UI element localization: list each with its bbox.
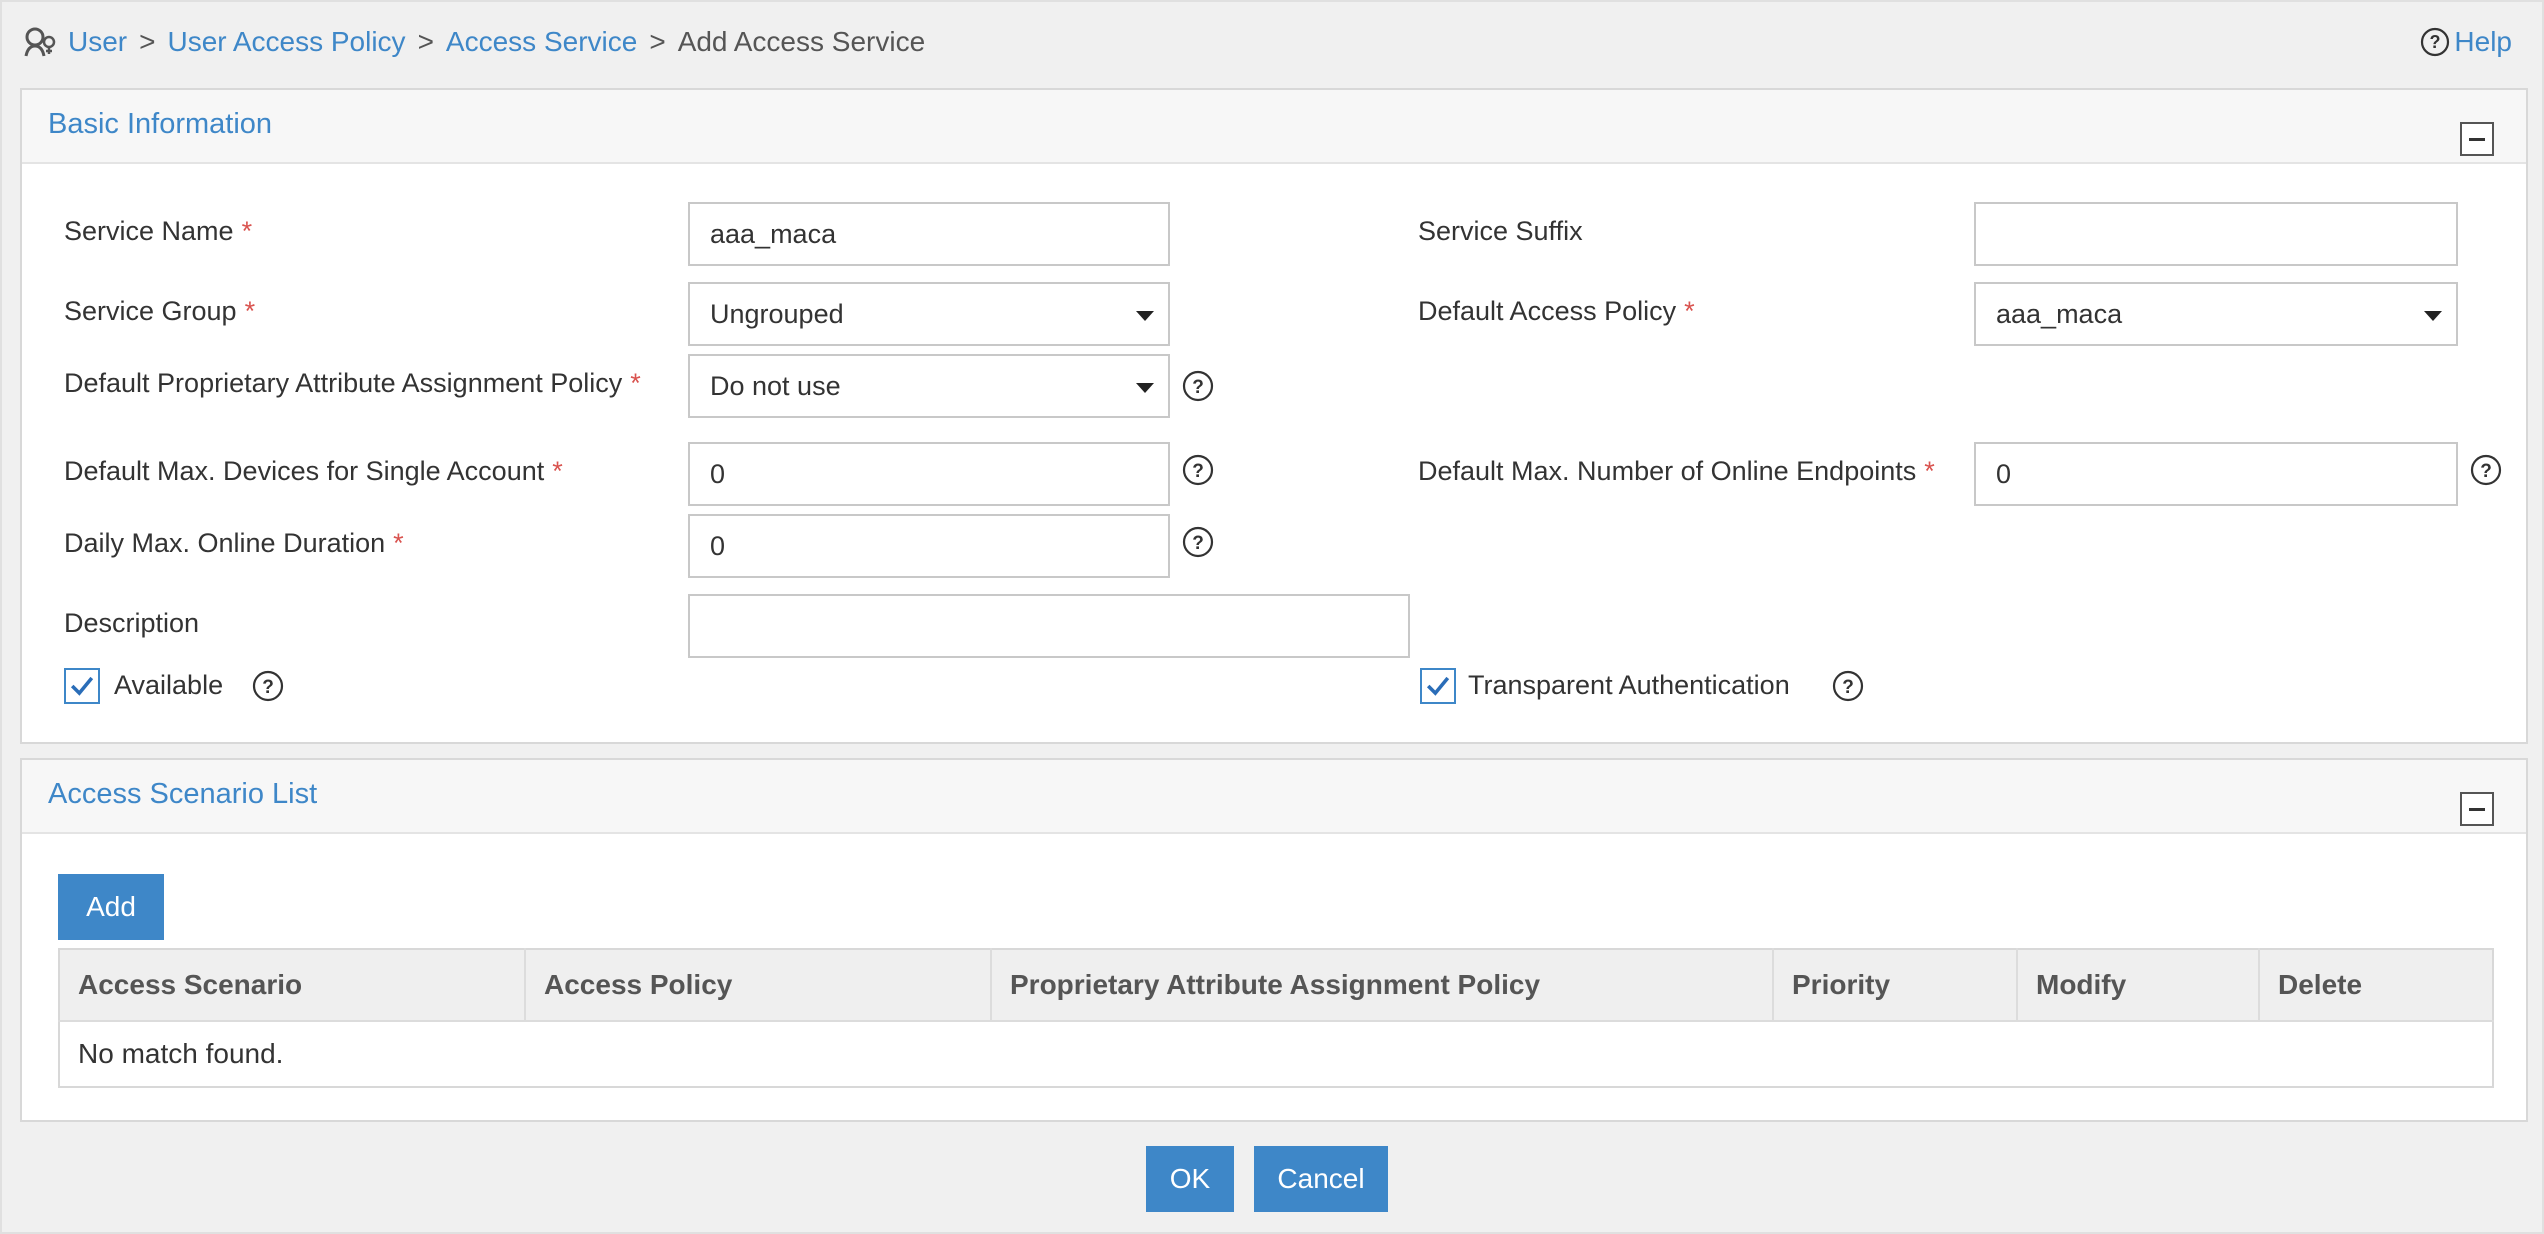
breadcrumb-user-access-policy-link[interactable]: User Access Policy bbox=[167, 26, 405, 58]
basic-information-title: Basic Information bbox=[48, 108, 273, 140]
svg-text:?: ? bbox=[1192, 461, 1204, 482]
service-name-label: Service Name * bbox=[64, 216, 252, 247]
column-header-delete: Delete bbox=[2259, 949, 2493, 1022]
required-mark: * bbox=[241, 216, 253, 246]
available-checkbox[interactable] bbox=[64, 668, 100, 704]
service-group-label-text: Service Group bbox=[64, 296, 237, 326]
max-devices-input[interactable]: 0 bbox=[688, 442, 1170, 506]
breadcrumb-separator: > bbox=[649, 26, 666, 57]
service-name-label-text: Service Name bbox=[64, 216, 234, 246]
svg-text:?: ? bbox=[2480, 461, 2492, 482]
breadcrumb-separator: > bbox=[139, 26, 156, 57]
access-scenario-header: Access Scenario List bbox=[22, 760, 2526, 834]
transparent-authentication-label: Transparent Authentication bbox=[1468, 670, 1790, 700]
empty-table-message: No match found. bbox=[78, 1038, 284, 1069]
svg-text:?: ? bbox=[1842, 677, 1854, 698]
question-circle-icon[interactable]: ? bbox=[1182, 526, 1214, 558]
max-devices-label-text: Default Max. Devices for Single Account bbox=[64, 456, 545, 486]
required-mark: * bbox=[552, 456, 563, 486]
required-mark: * bbox=[630, 368, 641, 398]
question-circle-icon[interactable]: ? bbox=[1182, 370, 1214, 402]
column-header-priority[interactable]: Priority bbox=[1773, 949, 2018, 1022]
checkmark-icon bbox=[1426, 676, 1450, 696]
service-suffix-input[interactable] bbox=[1974, 202, 2458, 266]
help-link[interactable]: ? Help bbox=[2420, 22, 2512, 62]
daily-max-duration-label: Daily Max. Online Duration * bbox=[64, 528, 404, 559]
default-proprietary-policy-label-text: Default Proprietary Attribute Assignment… bbox=[64, 368, 623, 398]
breadcrumb: User > User Access Policy > Access Servi… bbox=[22, 22, 925, 62]
question-circle-icon: ? bbox=[2421, 27, 2450, 57]
required-mark: * bbox=[244, 296, 256, 326]
basic-information-header: Basic Information bbox=[22, 90, 2526, 164]
daily-max-duration-label-text: Daily Max. Online Duration bbox=[64, 528, 386, 558]
add-scenario-button[interactable]: Add bbox=[58, 874, 164, 940]
svg-text:?: ? bbox=[1192, 533, 1204, 554]
max-online-endpoints-label-text: Default Max. Number of Online Endpoints bbox=[1418, 456, 1917, 486]
service-name-input[interactable]: aaa_maca bbox=[688, 202, 1170, 266]
user-policy-icon bbox=[24, 27, 56, 57]
required-mark: * bbox=[393, 528, 404, 558]
access-scenario-title: Access Scenario List bbox=[48, 778, 318, 810]
collapse-basic-information-button[interactable] bbox=[2460, 122, 2494, 156]
column-header-modify: Modify bbox=[2017, 949, 2260, 1022]
service-group-select[interactable]: Ungrouped bbox=[688, 282, 1170, 346]
max-devices-label: Default Max. Devices for Single Account * bbox=[64, 456, 563, 487]
required-mark: * bbox=[1684, 296, 1695, 326]
question-circle-icon[interactable]: ? bbox=[1832, 670, 1864, 702]
basic-information-panel: Basic Information Service Name * aaa_maca… bbox=[20, 88, 2528, 744]
breadcrumb-access-service-link[interactable]: Access Service bbox=[446, 26, 637, 58]
default-access-policy-label-text: Default Access Policy bbox=[1418, 296, 1677, 326]
default-proprietary-policy-select[interactable]: Do not use bbox=[688, 354, 1170, 418]
help-label: Help bbox=[2454, 26, 2512, 57]
transparent-authentication-checkbox[interactable] bbox=[1420, 668, 1456, 704]
column-header-access-policy[interactable]: Access Policy bbox=[525, 949, 992, 1022]
breadcrumb-separator: > bbox=[417, 26, 434, 57]
available-label: Available bbox=[114, 670, 224, 700]
daily-max-duration-input[interactable]: 0 bbox=[688, 514, 1170, 578]
column-header-proprietary-policy[interactable]: Proprietary Attribute Assignment Policy bbox=[991, 949, 1774, 1022]
table-row: No match found. bbox=[59, 1021, 2493, 1087]
collapse-access-scenario-button[interactable] bbox=[2460, 792, 2494, 826]
service-suffix-label: Service Suffix bbox=[1418, 216, 1583, 246]
description-label: Description bbox=[64, 608, 200, 638]
page-frame: User > User Access Policy > Access Servi… bbox=[0, 0, 2544, 1234]
ok-button[interactable]: OK bbox=[1146, 1146, 1234, 1212]
required-mark: * bbox=[1924, 456, 1935, 486]
question-circle-icon[interactable]: ? bbox=[252, 670, 284, 702]
access-scenario-table: Access Scenario Access Policy Proprietar… bbox=[58, 948, 2494, 1088]
column-header-access-scenario[interactable]: Access Scenario bbox=[59, 949, 526, 1022]
svg-text:?: ? bbox=[1192, 377, 1204, 398]
question-circle-icon[interactable]: ? bbox=[1182, 454, 1214, 486]
service-group-label: Service Group * bbox=[64, 296, 255, 327]
table-header-row: Access Scenario Access Policy Proprietar… bbox=[59, 949, 2493, 1022]
checkmark-icon bbox=[70, 676, 94, 696]
svg-text:?: ? bbox=[2430, 32, 2441, 52]
cancel-button[interactable]: Cancel bbox=[1254, 1146, 1388, 1212]
default-access-policy-label: Default Access Policy * bbox=[1418, 296, 1695, 327]
svg-text:?: ? bbox=[262, 677, 274, 698]
default-access-policy-select[interactable]: aaa_maca bbox=[1974, 282, 2458, 346]
default-proprietary-policy-label: Default Proprietary Attribute Assignment… bbox=[64, 368, 641, 399]
max-online-endpoints-label: Default Max. Number of Online Endpoints * bbox=[1418, 456, 1935, 487]
description-input[interactable] bbox=[688, 594, 1410, 658]
breadcrumb-current: Add Access Service bbox=[677, 26, 926, 57]
breadcrumb-user-link[interactable]: User bbox=[68, 26, 127, 58]
max-online-endpoints-input[interactable]: 0 bbox=[1974, 442, 2458, 506]
question-circle-icon[interactable]: ? bbox=[2470, 454, 2502, 486]
